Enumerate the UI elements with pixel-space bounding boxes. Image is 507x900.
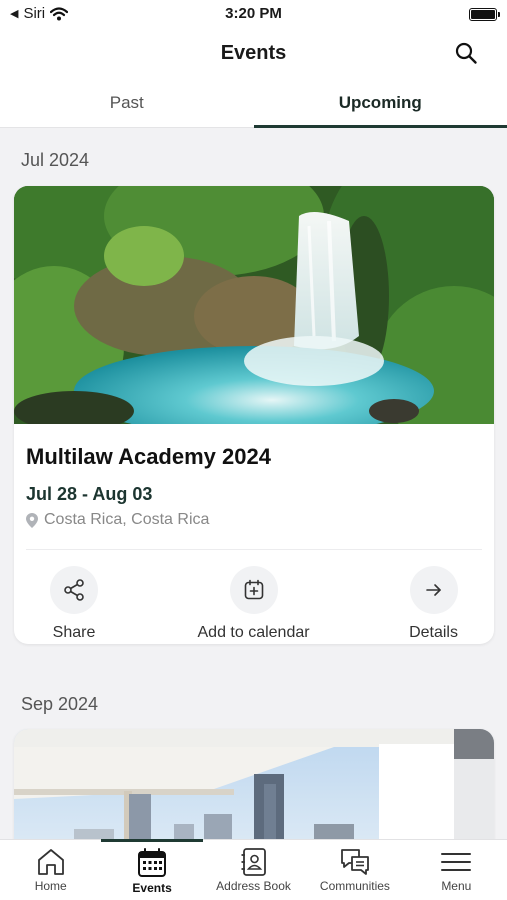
event-location: Costa Rica, Costa Rica [26,511,494,529]
nav-menu[interactable]: Menu [406,840,507,900]
search-button[interactable] [451,38,481,68]
nav-events[interactable]: Events [101,839,204,900]
search-icon [455,42,477,64]
page-title: Events [220,42,287,64]
nav-home[interactable]: Home [0,840,101,900]
nav-events-label: Events [132,881,172,895]
nav-home-label: Home [34,879,67,893]
status-bar: ◀ Siri 3:20 PM [0,0,507,30]
add-to-calendar-button[interactable]: Add to calendar [198,566,310,644]
nav-menu-label: Menu [441,879,472,893]
share-icon-circle [50,566,98,614]
tab-past[interactable]: Past [0,78,254,127]
share-icon [64,579,84,601]
calendar-icon-circle [229,566,278,614]
home-icon [37,849,64,875]
share-label: Share [52,624,96,641]
event-title: Multilaw Academy 2024 [26,444,271,469]
event-image [14,186,494,424]
battery-icon [469,8,500,21]
event-location-text: Costa Rica, Costa Rica [44,511,210,528]
location-pin-icon [26,512,38,528]
chat-bubbles-icon [341,849,369,875]
event-dates: Jul 28 - Aug 03 [26,484,153,504]
month-header: Sep 2024 [21,694,99,714]
month-header: Jul 2024 [21,150,90,170]
share-button[interactable]: Share [50,566,98,644]
nav-communities-label: Communities [319,879,390,893]
calendar-icon [138,848,167,877]
details-label: Details [409,624,458,641]
add-to-calendar-label: Add to calendar [197,624,310,641]
arrow-icon-circle [409,566,458,614]
nav-bar: Events [0,30,507,78]
tab-upcoming[interactable]: Upcoming [253,78,507,128]
nav-address-book[interactable]: Address Book [203,840,304,900]
event-actions: Share Add to calendar Details [14,550,494,644]
details-button[interactable]: Details [409,566,458,644]
address-book-icon [241,848,266,876]
calendar-add-icon [244,579,263,600]
status-time: 3:20 PM [225,5,282,22]
bottom-nav: Home Events Address Book Communities Men… [0,839,507,900]
event-card[interactable]: Multilaw Academy 2024 Jul 28 - Aug 03 Co… [14,186,494,644]
arrow-right-icon [425,584,441,596]
nav-address-book-label: Address Book [216,879,291,893]
event-tabs: Past Upcoming [0,78,507,128]
nav-communities[interactable]: Communities [304,840,405,900]
hamburger-icon [441,853,472,871]
